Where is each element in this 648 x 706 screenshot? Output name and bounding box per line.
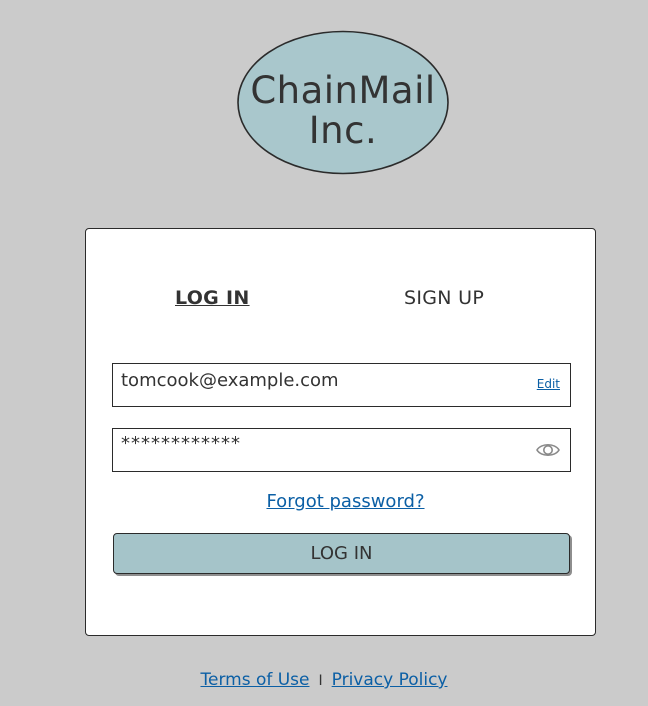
login-card: LOG IN SIGN UP Edit Forgot password? LOG…: [85, 228, 596, 636]
email-input[interactable]: [121, 360, 521, 400]
login-page: ChainMail Inc. LOG IN SIGN UP Edit Forgo…: [0, 0, 648, 706]
password-input[interactable]: [121, 423, 521, 463]
logo-text: ChainMail Inc.: [236, 71, 450, 151]
password-field: [112, 423, 571, 472]
email-edit-link[interactable]: Edit: [537, 377, 560, 391]
logo-line-1: ChainMail: [250, 69, 436, 112]
forgot-password-label[interactable]: Forgot password?: [266, 491, 424, 512]
tab-signup[interactable]: SIGN UP: [404, 287, 484, 309]
forgot-password-link[interactable]: Forgot password?: [86, 491, 595, 512]
tab-login[interactable]: LOG IN: [175, 287, 250, 309]
email-field: Edit: [112, 360, 571, 407]
logo: ChainMail Inc.: [236, 29, 450, 176]
privacy-policy-link[interactable]: Privacy Policy: [332, 670, 448, 690]
login-button[interactable]: LOG IN: [113, 533, 570, 574]
footer-separator: I: [318, 673, 323, 689]
footer: Terms of Use I Privacy Policy: [0, 670, 648, 690]
terms-of-use-link[interactable]: Terms of Use: [200, 670, 309, 690]
eye-icon[interactable]: [535, 439, 561, 461]
logo-line-2: Inc.: [308, 109, 378, 152]
